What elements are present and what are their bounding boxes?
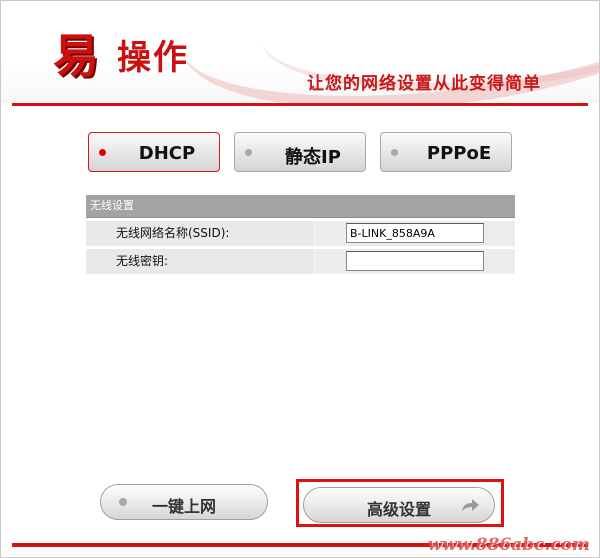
logo-mark: 易 <box>53 29 99 83</box>
button-label: 一键上网 <box>151 497 216 516</box>
password-input[interactable] <box>346 251 484 271</box>
advanced-settings-button[interactable]: 高级设置 <box>303 487 495 523</box>
radio-dot-icon <box>391 149 398 156</box>
ssid-label: 无线网络名称(SSID): <box>86 221 314 246</box>
button-label: 高级设置 <box>366 500 431 519</box>
header-divider <box>12 103 588 106</box>
bullet-dot-icon <box>119 498 127 506</box>
password-label: 无线密钥: <box>86 249 314 274</box>
radio-dot-icon <box>99 149 106 156</box>
header-banner: 易 操作 让您的网络设置从此变得简单 <box>1 1 599 103</box>
wireless-settings-section: 无线设置 无线网络名称(SSID): 无线密钥: <box>86 195 515 274</box>
password-cell <box>316 249 515 274</box>
one-click-connect-button[interactable]: 一键上网 <box>100 484 268 520</box>
mode-button-label: PPPoE <box>426 143 492 164</box>
ssid-input[interactable] <box>346 223 484 243</box>
ssid-cell <box>316 221 515 246</box>
mode-button-dhcp[interactable]: DHCP <box>88 132 220 172</box>
password-row: 无线密钥: <box>86 249 515 274</box>
radio-dot-icon <box>245 149 252 156</box>
slogan: 让您的网络设置从此变得简单 <box>307 74 541 94</box>
logo-text: 操作 <box>117 38 189 78</box>
ssid-row: 无线网络名称(SSID): <box>86 221 515 246</box>
share-arrow-icon <box>462 499 479 511</box>
section-title: 无线设置 <box>86 195 515 218</box>
mode-button-static-ip[interactable]: 静态IP <box>234 132 366 172</box>
mode-button-pppoe[interactable]: PPPoE <box>380 132 512 172</box>
mode-button-label: DHCP <box>138 143 196 164</box>
watermark: www.886abc.com <box>427 535 590 555</box>
mode-button-label: 静态IP <box>285 147 341 168</box>
